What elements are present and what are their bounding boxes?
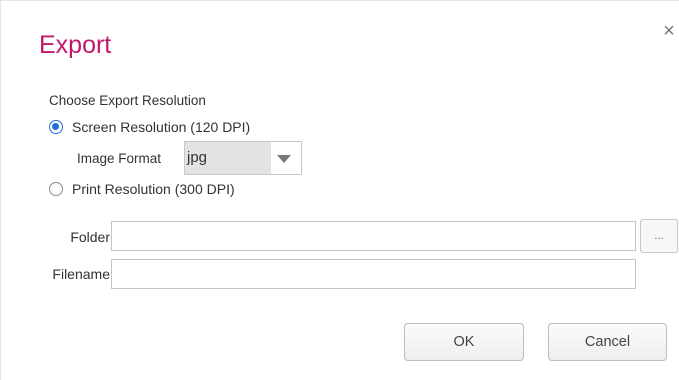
dialog-title: Export — [39, 31, 112, 59]
print-resolution-radio[interactable] — [49, 182, 63, 196]
image-format-value: jpg — [185, 142, 271, 174]
export-resolution-label: Choose Export Resolution — [49, 93, 206, 108]
browse-folder-button[interactable]: ... — [640, 219, 678, 253]
image-format-label: Image Format — [77, 151, 162, 166]
screen-resolution-label: Screen Resolution (120 DPI) — [72, 119, 251, 135]
export-dialog: Export × Choose Export Resolution Screen… — [0, 0, 679, 380]
filename-label: Filename — [52, 266, 110, 282]
folder-input[interactable] — [111, 221, 636, 251]
screen-resolution-radio[interactable] — [49, 120, 63, 134]
close-icon[interactable]: × — [659, 21, 679, 41]
folder-label: Folder — [70, 229, 110, 245]
print-resolution-label: Print Resolution (300 DPI) — [72, 181, 235, 197]
ok-button[interactable]: OK — [404, 323, 524, 361]
cancel-button[interactable]: Cancel — [548, 323, 667, 361]
screen-resolution-option[interactable]: Screen Resolution (120 DPI) — [49, 117, 250, 137]
image-format-select[interactable]: jpg — [184, 141, 302, 175]
print-resolution-option[interactable]: Print Resolution (300 DPI) — [49, 179, 235, 199]
filename-input[interactable] — [111, 259, 636, 289]
dropdown-arrow-icon[interactable] — [277, 155, 291, 163]
